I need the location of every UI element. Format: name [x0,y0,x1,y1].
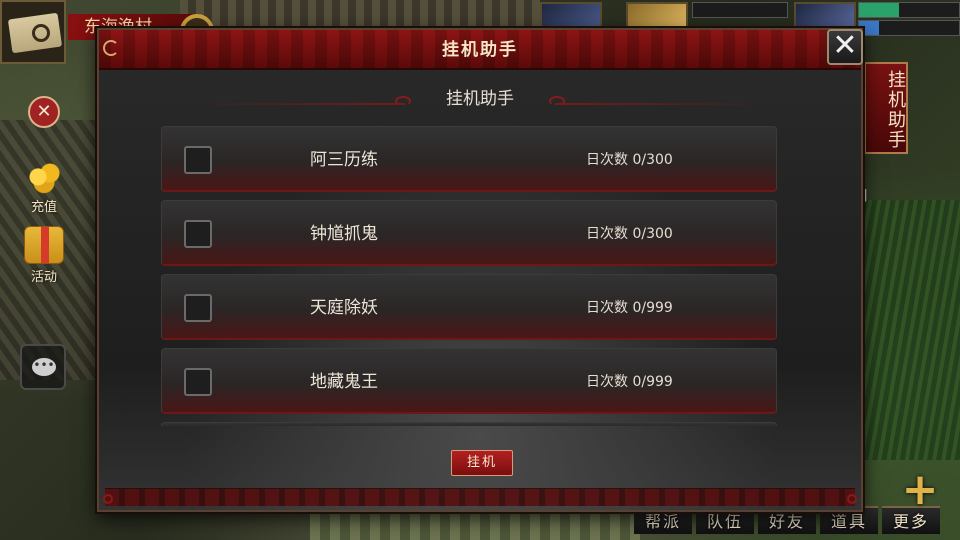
minimap-button[interactable] [0,0,66,64]
task-name: 地藏鬼王 [310,372,378,392]
task-daily-count: 日次数 0/999 [586,374,673,390]
task-checkbox[interactable] [184,294,212,322]
dialog-header: 挂机助手 [99,30,861,70]
task-checkbox[interactable] [184,220,212,248]
corner-ornament-icon [103,494,113,504]
task-name: 天庭除妖 [310,298,378,318]
recharge-button[interactable]: 充值 [18,156,70,215]
activity-button[interactable]: 活动 [18,226,70,285]
corner-ornament-icon [847,494,857,504]
auto-assist-side-tab[interactable]: 挂机助手 [864,62,908,154]
auto-assist-dialog: 挂机助手 ✕ 挂机助手 阿三历练 日次数 0/300 钟馗抓鬼 日次数 0/30… [97,28,863,512]
dialog-footer-trim [105,488,855,506]
task-daily-count: 日次数 0/300 [586,152,673,168]
task-daily-count: 日次数 0/999 [586,300,673,316]
dialog-subtitle: 挂机助手 [446,89,514,109]
task-name: 钟馗抓鬼 [310,224,378,244]
task-row-partial[interactable] [161,422,777,426]
ground-scenery [310,510,640,540]
divider-line-right [555,103,765,105]
task-row[interactable]: 天庭除妖 日次数 0/999 [161,274,777,340]
hud-close-button[interactable]: ✕ [28,96,60,128]
pet-status-bar [692,2,788,18]
start-auto-button[interactable]: 挂机 [451,450,513,476]
tree-foliage [850,200,960,460]
top-scenery [180,0,540,30]
task-checkbox[interactable] [184,146,212,174]
dialog-subtitle-row: 挂机助手 [99,86,861,112]
cloud-ornament-left-icon [395,96,411,106]
task-row[interactable]: 地藏鬼王 日次数 0/999 [161,348,777,414]
task-list[interactable]: 阿三历练 日次数 0/300 钟馗抓鬼 日次数 0/300 天庭除妖 日次数 0… [161,126,777,426]
task-name: 阿三历练 [310,150,378,170]
recharge-label: 充值 [30,200,57,215]
task-row[interactable]: 钟馗抓鬼 日次数 0/300 [161,200,777,266]
magnifier-icon [32,24,50,42]
activity-label: 活动 [30,270,57,285]
task-daily-count: 日次数 0/300 [586,226,673,242]
gift-box-icon [24,226,64,264]
task-checkbox[interactable] [184,368,212,396]
speech-bubble-icon: ••• [32,358,56,376]
chat-button[interactable]: ••• [20,344,66,390]
gold-coins-icon [24,156,64,194]
player-mp-bar [858,20,960,36]
task-row[interactable]: 阿三历练 日次数 0/300 [161,126,777,192]
dialog-close-button[interactable]: ✕ [827,29,863,65]
divider-line-left [195,103,405,105]
player-hp-bar [858,2,960,18]
expand-plus-icon[interactable]: + [898,468,942,512]
dialog-title: 挂机助手 [442,40,518,60]
